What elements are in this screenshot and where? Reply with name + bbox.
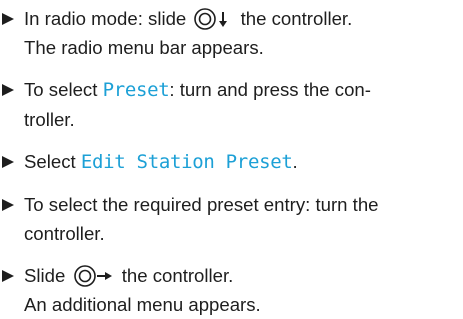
step-1-text: In radio mode: slide (24, 8, 187, 29)
step-2-suffix: : turn and press the con- (169, 79, 371, 100)
step-2: To select Preset: turn and press the con… (0, 75, 463, 134)
step-2-text: To select (24, 79, 98, 100)
step-bullet (2, 199, 14, 211)
step-1-result: The radio menu bar appears. (24, 37, 264, 58)
step-5: Slide the controller. An additional menu… (0, 261, 463, 319)
instruction-steps: In radio mode: slide the controller. The… (0, 4, 463, 319)
controller-slide-down-icon (194, 8, 228, 30)
step-bullet (2, 156, 14, 168)
step-3-suffix: . (292, 151, 298, 172)
step-4: To select the required preset entry: tur… (0, 190, 463, 248)
step-bullet (2, 84, 14, 96)
step-3: Select Edit Station Preset. (0, 147, 463, 177)
step-3-text: Select (24, 151, 76, 172)
step-2-line: To select Preset: turn and press the con… (24, 75, 463, 105)
step-5-result: An additional menu appears. (24, 294, 261, 315)
step-5-text: Slide (24, 265, 66, 286)
step-bullet (2, 270, 14, 282)
step-4-line-2: controller. (24, 223, 105, 244)
menu-item-edit-station-preset: Edit Station Preset (80, 151, 293, 173)
step-1-suffix: the controller. (240, 8, 353, 29)
step-4-line-1: To select the required preset entry: tur… (24, 194, 379, 215)
menu-item-preset: Preset (102, 79, 170, 101)
step-1-line: In radio mode: slide the controller. (24, 4, 463, 33)
step-5-line: Slide the controller. (24, 261, 463, 290)
step-1: In radio mode: slide the controller. The… (0, 4, 463, 62)
step-bullet (2, 13, 14, 25)
step-2-continuation: troller. (24, 109, 75, 130)
step-3-line: Select Edit Station Preset. (24, 147, 463, 177)
step-5-suffix: the controller. (121, 265, 234, 286)
controller-slide-right-icon (73, 265, 112, 287)
